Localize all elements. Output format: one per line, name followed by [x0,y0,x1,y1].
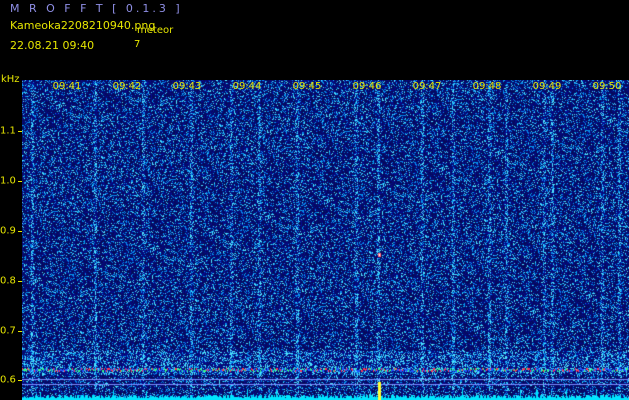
frequency-tick [18,131,22,132]
app-title: M R O F F T [ 0.1.3 ] [10,2,183,15]
time-label: 09:44 [232,81,262,92]
frequency-tick [18,231,22,232]
frequency-tick [18,331,22,332]
frequency-label: 0.7 [0,325,16,337]
time-label: 09:50 [592,81,622,92]
meteor-count: 7 [134,39,141,50]
frequency-label: 1.0 [0,175,16,187]
time-label: 09:43 [172,81,202,92]
frequency-tick [18,281,22,282]
frequency-tick [18,181,22,182]
time-label: 09:49 [532,81,562,92]
time-label: 09:48 [472,81,502,92]
frequency-label: 0.8 [0,275,16,287]
time-label: 09:47 [412,81,442,92]
frequency-tick [18,380,22,381]
spectrogram-plot [22,80,629,400]
frequency-label: 0.6 [0,374,16,386]
spectrogram-canvas [22,80,629,400]
frequency-unit-label: kHz [1,74,20,85]
meteor-label: meteor [137,25,174,36]
frequency-label: 0.9 [0,225,16,237]
time-label: 09:46 [352,81,382,92]
file-name: Kameoka2208210940.png [10,19,156,32]
time-label: 09:42 [112,81,142,92]
date-time: 22.08.21 09:40 [10,39,95,52]
frequency-label: 1.1 [0,125,16,137]
time-label: 09:45 [292,81,322,92]
time-label: 09:41 [52,81,82,92]
